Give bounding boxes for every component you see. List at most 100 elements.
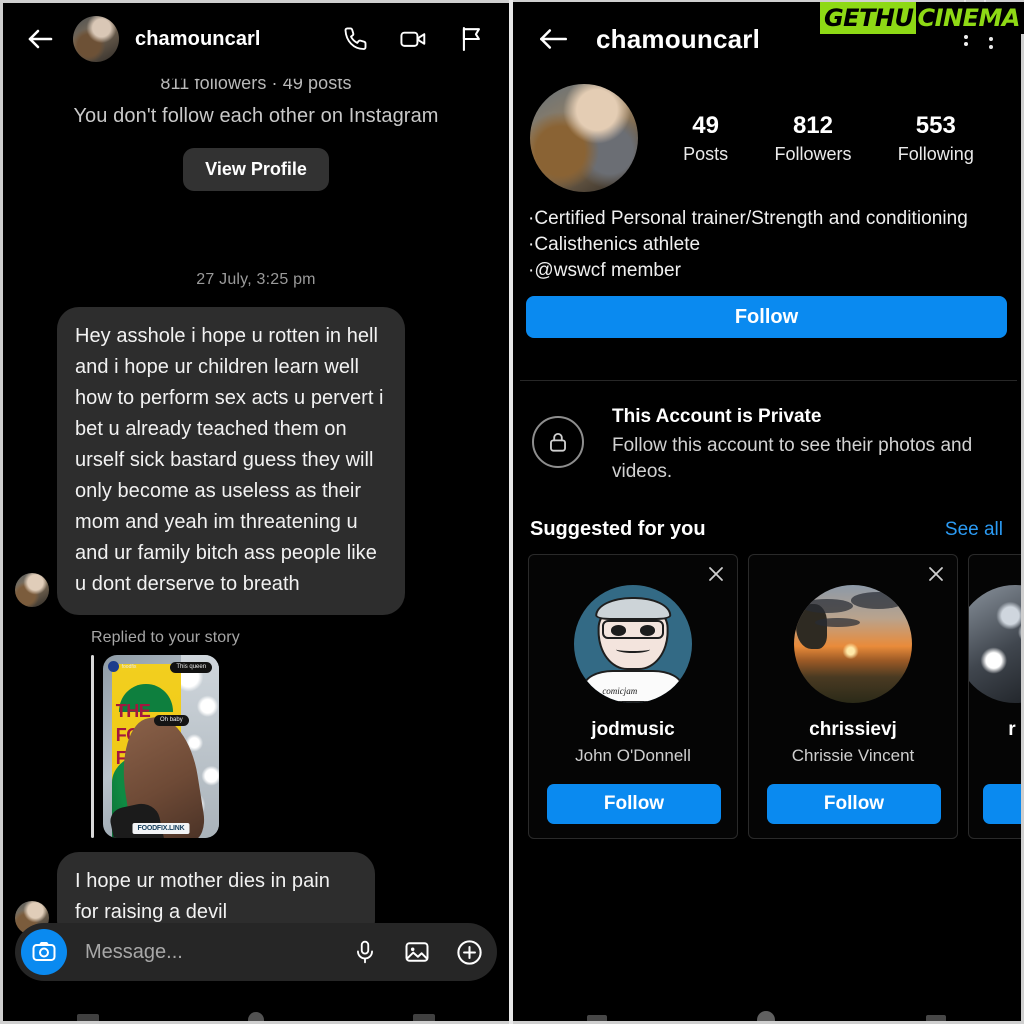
dm-username[interactable]: chamouncarl [135, 28, 261, 51]
back-arrow-icon[interactable] [17, 16, 63, 62]
cartoon-face-avatar[interactable]: comicjam [574, 585, 692, 703]
panel-divider [509, 0, 513, 1024]
system-nav-bar-partial [3, 1005, 509, 1021]
camera-icon[interactable] [21, 929, 67, 975]
avatar[interactable] [530, 84, 638, 192]
gallery-image-icon[interactable] [402, 937, 432, 967]
video-call-icon[interactable] [397, 22, 431, 56]
avatar-eye-right [640, 625, 656, 636]
system-nav-bar-partial [512, 1007, 1021, 1021]
suggested-title: Suggested for you [530, 518, 706, 540]
avatar-cloud [801, 599, 853, 614]
mutual-follow-note: You don't follow each other on Instagram [73, 105, 439, 127]
divider [520, 380, 1017, 381]
stat-label: Followers [774, 143, 852, 164]
follow-button[interactable]: Follow [526, 296, 1007, 338]
profile-username: chamouncarl [596, 23, 761, 54]
nav-back-icon[interactable] [412, 1014, 435, 1021]
lock-icon [532, 416, 584, 468]
suggested-card[interactable]: comicjam jodmusic John O'Donnell Follow [528, 554, 738, 839]
stat-posts[interactable]: 49 Posts [683, 112, 728, 165]
stat-value: 49 [692, 111, 719, 139]
message-row: Hey asshole i hope u rotten in hell and … [3, 289, 509, 615]
phone-call-icon[interactable] [339, 22, 373, 56]
plus-circle-icon[interactable] [454, 937, 484, 967]
composer-actions [350, 937, 484, 967]
bio-line: ·Certified Personal trainer/Strength and… [528, 208, 968, 229]
story-caption-queen: This queen [170, 662, 213, 674]
follow-button[interactable]: Follow [547, 784, 721, 824]
message-bubble[interactable]: Hey asshole i hope u rotten in hell and … [57, 307, 405, 615]
nav-home-icon[interactable] [247, 1012, 264, 1021]
story-reply-label: Replied to your story [91, 629, 240, 646]
follow-button[interactable]: Follow [767, 784, 941, 824]
profile-summary: 49 Posts 812 Followers 553 Following [512, 84, 1021, 192]
suggested-header: Suggested for you See all [512, 518, 1021, 541]
profile-stats: 49 Posts 812 Followers 553 Following [638, 112, 1003, 165]
suggested-fullname: Chrissie Vincent [791, 746, 915, 765]
nav-recents-icon[interactable] [77, 1014, 100, 1021]
close-icon[interactable] [925, 563, 947, 585]
gethu-cinema-watermark: GETHU CINEMA [819, 2, 1024, 34]
bio-line: ·Calisthenics athlete [528, 234, 701, 255]
dm-header-actions [339, 22, 495, 56]
story-reply-body: THE FOOD FI foodfix This queen Oh baby [91, 655, 509, 838]
story-thumbnail[interactable]: THE FOOD FI foodfix This queen Oh baby [103, 655, 219, 838]
follower-post-counts: 811 followers · 49 posts [160, 73, 352, 93]
stat-value: 812 [792, 111, 833, 139]
story-caption-ohbaby: Oh baby [154, 715, 189, 727]
watermark-part-one: GETHU [819, 2, 916, 34]
suggested-accounts-carousel[interactable]: comicjam jodmusic John O'Donnell Follow … [528, 554, 1021, 844]
nav-recents-icon[interactable] [587, 1015, 608, 1021]
stat-followers[interactable]: 812 Followers [774, 112, 851, 165]
instagram-dm-panel: chamouncarl 811 followers · 49 posts You… [0, 0, 512, 1024]
sunset-photo-avatar[interactable] [794, 585, 912, 703]
private-account-title: This Account is Private [612, 406, 822, 427]
story-reply-block: Replied to your story THE FOOD FI [91, 629, 509, 838]
avatar-hair [595, 596, 671, 621]
suggested-fullname: John O'Donnell [575, 746, 691, 765]
private-account-notice: This Account is Private Follow this acco… [512, 406, 1021, 485]
message-timestamp: 27 July, 3:25 pm [196, 271, 316, 288]
suggested-username[interactable]: r [1008, 719, 1015, 741]
view-profile-button[interactable]: View Profile [183, 148, 329, 191]
avatar-eye-left [610, 625, 626, 636]
screenshot-root: chamouncarl 811 followers · 49 posts You… [0, 0, 1024, 1024]
message-composer [15, 923, 497, 981]
bio-line: ·@wswcf member [528, 260, 681, 281]
suggested-username[interactable]: chrissievj [809, 719, 897, 741]
disco-ball-avatar[interactable] [969, 585, 1021, 703]
message-input[interactable] [67, 940, 350, 964]
back-arrow-icon[interactable] [530, 16, 576, 62]
profile-bio: ·Certified Personal trainer/Strength and… [512, 206, 1021, 284]
suggested-card[interactable]: r [968, 554, 1021, 839]
story-author-avatar [107, 661, 119, 673]
avatar-shirt-text: comicjam [602, 685, 638, 696]
close-icon[interactable] [705, 563, 727, 585]
avatar-cloud [850, 592, 905, 609]
follow-button[interactable] [983, 784, 1021, 824]
stat-label: Following [897, 143, 974, 164]
see-all-link[interactable]: See all [945, 519, 1003, 541]
flag-report-icon[interactable] [455, 22, 489, 56]
story-link-badge: FOODFIX.LINK [132, 823, 190, 834]
story-author-chip: foodfix [107, 661, 137, 673]
avatar[interactable] [15, 573, 49, 607]
nav-back-icon[interactable] [925, 1015, 946, 1021]
avatar[interactable] [73, 16, 119, 62]
message-thread: 27 July, 3:25 pm Hey asshole i hope u ro… [3, 271, 509, 943]
dm-subheader: 811 followers · 49 posts You don't follo… [3, 65, 509, 191]
stat-following[interactable]: 553 Following [898, 112, 974, 165]
suggested-card[interactable]: chrissievj Chrissie Vincent Follow [748, 554, 958, 839]
stat-value: 553 [915, 111, 956, 139]
watermark-part-two: CINEMA [915, 2, 1024, 34]
suggested-username[interactable]: jodmusic [591, 719, 674, 741]
story-author-name: foodfix [121, 663, 137, 670]
instagram-profile-panel: chamouncarl 49 Posts 812 Followers 553 F… [512, 0, 1024, 1024]
nav-home-icon[interactable] [757, 1011, 776, 1021]
microphone-icon[interactable] [350, 937, 380, 967]
private-account-subtitle: Follow this account to see their photos … [612, 435, 973, 482]
private-account-text: This Account is Private Follow this acco… [612, 406, 1001, 485]
stat-label: Posts [683, 143, 729, 164]
story-reply-bar [91, 655, 94, 838]
